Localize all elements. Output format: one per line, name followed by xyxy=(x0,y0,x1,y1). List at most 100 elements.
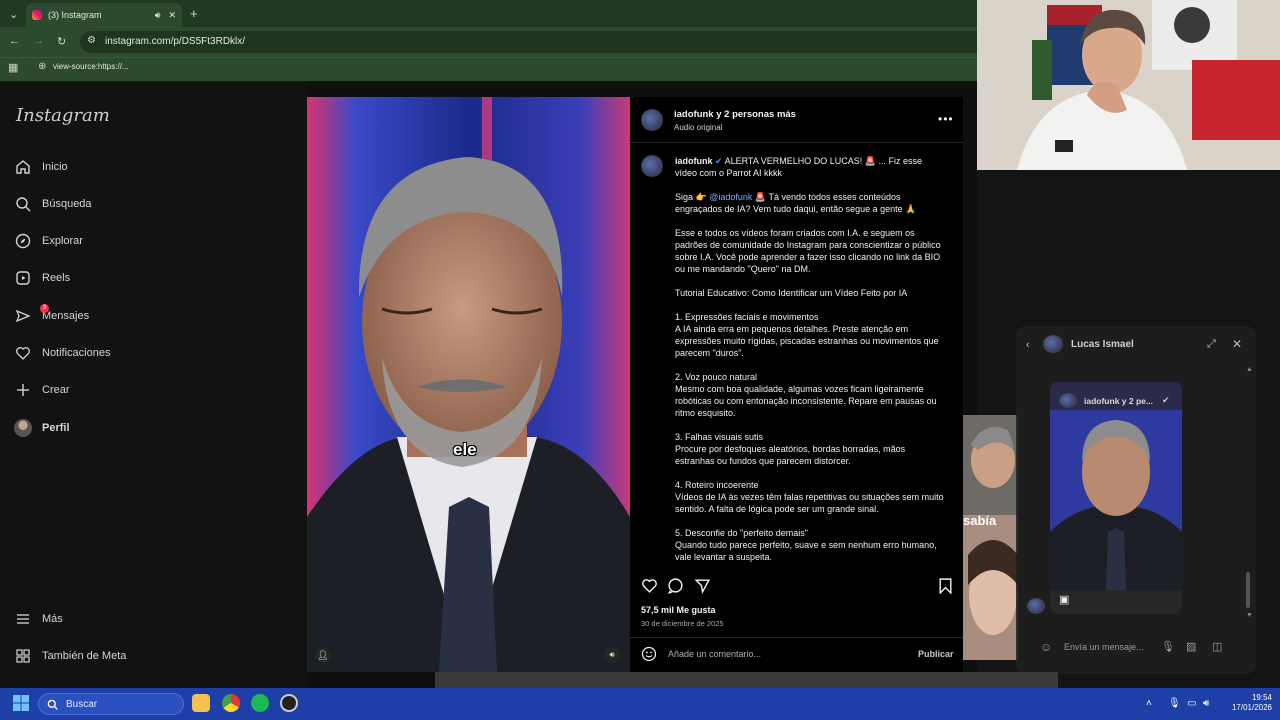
dm-avatar xyxy=(1043,335,1063,353)
tab-search-icon[interactable]: ⌄ xyxy=(9,8,18,21)
tagged-user-icon[interactable]: 👤︎ xyxy=(315,647,331,663)
mute-icon[interactable]: 🔊︎ xyxy=(604,647,620,663)
sidebar-item-label: Más xyxy=(42,613,63,625)
like-icon[interactable] xyxy=(641,577,658,594)
speaker-icon[interactable]: 🔊︎ xyxy=(155,10,161,21)
sidebar-item-mensajes[interactable]: 3 Mensajes xyxy=(14,304,89,328)
sidebar-item-perfil[interactable]: Perfil xyxy=(14,416,70,440)
caption-paragraph: 2. Voz pouco natural Mesmo com boa quali… xyxy=(675,372,937,418)
likes-count[interactable]: 57,5 mil Me gusta xyxy=(641,605,716,615)
avatar xyxy=(14,419,32,437)
sidebar-item-label: Perfil xyxy=(42,422,70,434)
search-icon xyxy=(14,195,32,213)
menu-icon xyxy=(14,610,32,628)
reels-icon xyxy=(14,269,32,287)
taskbar-search[interactable]: Buscar xyxy=(38,693,184,715)
plus-icon xyxy=(14,381,32,399)
reel-icon: ▣ xyxy=(1059,594,1070,606)
caption-paragraph: Tutorial Educativo: Como Identificar um … xyxy=(675,288,908,298)
spotify-icon[interactable] xyxy=(251,694,269,712)
tray-chevron-icon[interactable]: ˄ xyxy=(1146,698,1152,709)
sidebar-item-notificaciones[interactable]: Notificaciones xyxy=(14,341,110,365)
post-author[interactable]: iadofunk y 2 personas más xyxy=(674,109,796,120)
audio-link[interactable]: Audio original xyxy=(674,123,722,132)
sidebar-item-meta[interactable]: También de Meta xyxy=(14,644,126,668)
sidebar-item-label: Reels xyxy=(42,272,71,284)
sidebar-item-reels[interactable]: Reels xyxy=(14,266,70,290)
chrome-icon[interactable] xyxy=(222,694,240,712)
site-settings-icon[interactable]: ⚙ xyxy=(87,35,96,46)
emoji-icon[interactable]: ☺ xyxy=(1040,640,1052,654)
scroll-up-icon[interactable]: ▲ xyxy=(1246,366,1253,373)
caption-paragraph: 4. Roteiro incoerente Vídeos de IA às ve… xyxy=(675,480,944,514)
sidebar-item-label: Crear xyxy=(42,384,70,396)
emoji-icon[interactable] xyxy=(641,646,657,662)
verified-icon: ✔ xyxy=(1162,395,1170,405)
apps-grid-icon[interactable]: ▦ xyxy=(8,61,18,74)
background-strip xyxy=(435,672,1058,688)
caption-text: Siga 👉 xyxy=(675,192,710,202)
obs-icon[interactable] xyxy=(280,694,298,712)
image-icon[interactable]: ▨ xyxy=(1186,640,1196,653)
expand-icon[interactable]: ⤢ xyxy=(1207,338,1216,351)
file-explorer-icon[interactable] xyxy=(192,694,210,712)
more-options-icon[interactable]: ••• xyxy=(938,112,954,126)
post-date: 30 de diciembre de 2025 xyxy=(641,619,724,628)
sidebar-item-inicio[interactable]: Inicio xyxy=(14,155,68,179)
sticker-icon[interactable]: ◫ xyxy=(1212,640,1222,653)
heart-icon xyxy=(14,344,32,362)
windows-start-icon[interactable] xyxy=(12,694,30,712)
sidebar-item-label: Explorar xyxy=(42,235,83,247)
back-chevron-icon[interactable]: ‹ xyxy=(1026,339,1030,351)
tab-close-icon[interactable]: ✕ xyxy=(168,10,176,21)
bookmark-item[interactable]: view-source:https://... xyxy=(53,62,129,71)
share-icon[interactable] xyxy=(694,577,711,594)
forward-icon[interactable]: → xyxy=(33,35,44,47)
network-icon[interactable]: ▭ xyxy=(1187,698,1196,709)
sidebar-item-label: Notificaciones xyxy=(42,347,111,359)
taskbar-clock[interactable]: 19:54 17/01/2026 xyxy=(1222,693,1272,713)
card-avatar xyxy=(1059,393,1077,408)
scrollbar-thumb[interactable] xyxy=(1246,572,1250,608)
sidebar-item-crear[interactable]: Crear xyxy=(14,378,70,402)
browser-tab[interactable]: (3) Instagram 🔊︎ ✕ xyxy=(26,3,182,27)
comment-input[interactable] xyxy=(668,649,898,659)
instagram-logo[interactable]: Instagram xyxy=(16,105,110,126)
url-text[interactable]: instagram.com/p/DS5Ft3RDklx/ xyxy=(105,36,245,47)
sidebar-item-explorar[interactable]: Explorar xyxy=(14,229,83,253)
save-icon[interactable] xyxy=(937,577,954,594)
mic-tray-icon[interactable]: 🎙︎ xyxy=(1168,698,1181,709)
publish-button[interactable]: Publicar xyxy=(918,649,954,659)
caption-username[interactable]: iadofunk xyxy=(675,156,713,166)
post-actions xyxy=(641,577,953,595)
back-icon[interactable]: ← xyxy=(9,35,20,47)
mention-link[interactable]: @iadofunk xyxy=(709,192,752,202)
author-avatar[interactable] xyxy=(641,109,663,131)
post-header xyxy=(630,97,963,143)
sidebar-item-label: Búsqueda xyxy=(42,198,92,210)
shared-reel-card[interactable] xyxy=(1050,382,1182,614)
home-icon xyxy=(14,158,32,176)
mic-icon[interactable]: 🎙︎ xyxy=(1161,640,1175,653)
grid-icon xyxy=(14,647,32,665)
comment-icon[interactable] xyxy=(667,577,684,594)
bookmarks-bar xyxy=(0,57,977,81)
sidebar-item-mas[interactable]: Más xyxy=(14,607,63,631)
instagram-favicon-icon xyxy=(32,10,42,20)
scroll-down-icon[interactable]: ▼ xyxy=(1246,612,1253,619)
globe-icon: ⊕ xyxy=(38,61,47,72)
sidebar-item-busqueda[interactable]: Búsqueda xyxy=(14,192,92,216)
sidebar-item-label: Inicio xyxy=(42,161,68,173)
reel-video[interactable] xyxy=(307,97,630,672)
dm-contact-name[interactable]: Lucas Ismael xyxy=(1071,339,1134,350)
verified-icon: ✔ xyxy=(715,156,723,166)
caption-text: ALERTA VERMELHO DO LUCAS! 🚨 ... Fiz esse… xyxy=(675,156,923,178)
reload-icon[interactable]: ↻ xyxy=(57,35,66,48)
new-tab-icon[interactable]: + xyxy=(190,6,198,21)
volume-icon[interactable]: 🔊︎ xyxy=(1203,698,1209,709)
close-icon[interactable]: ✕ xyxy=(1232,337,1242,351)
card-title: iadofunk y 2 pe... xyxy=(1084,396,1153,406)
caption-avatar[interactable] xyxy=(641,155,663,177)
dm-message-input[interactable]: Envía un mensaje... xyxy=(1064,642,1144,652)
clock-time: 19:54 xyxy=(1251,693,1272,702)
